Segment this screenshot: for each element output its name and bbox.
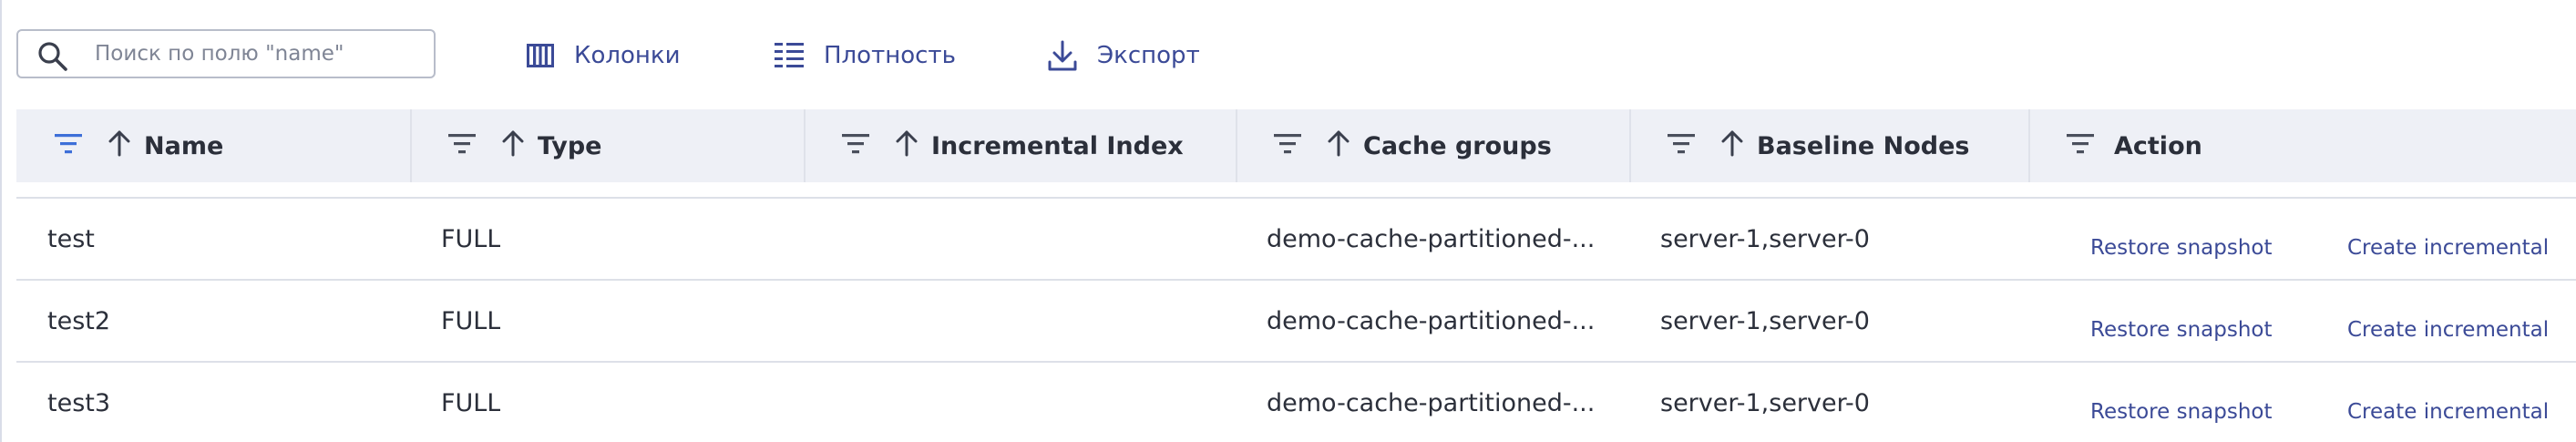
column-separator[interactable] [410,109,412,182]
column-separator[interactable] [2028,109,2030,182]
create-incremental-link[interactable]: Create incremental [2347,208,2549,288]
filter-icon[interactable] [55,132,82,160]
column-header-baseline-nodes[interactable]: Baseline Nodes [1629,109,1969,182]
table-header: Name Type Incremental Index Cache groups Bas… [16,109,2576,182]
arrow-up-icon[interactable] [895,129,919,163]
create-incremental-link[interactable]: Create incremental [2347,290,2549,370]
column-header-incremental-index[interactable]: Incremental Index [804,109,1184,182]
cell-name: test3 [47,388,111,417]
column-separator[interactable] [1629,109,1631,182]
filter-icon[interactable] [1668,132,1695,160]
create-incremental-link[interactable]: Create incremental [2347,372,2549,442]
filter-icon[interactable] [842,132,869,160]
columns-button-label: Колонки [574,42,681,69]
snapshots-table: Name Type Incremental Index Cache groups Bas… [16,109,2576,442]
cell-cache-groups: demo-cache-partitioned-... [1267,306,1596,335]
columns-button[interactable]: Колонки [527,36,681,75]
cell-cache-groups: demo-cache-partitioned-... [1267,388,1596,417]
cell-baseline-nodes: server-1,server-0 [1660,306,1870,335]
cell-baseline-nodes: server-1,server-0 [1660,224,1870,253]
column-separator[interactable] [1236,109,1237,182]
filter-icon[interactable] [2067,132,2094,160]
table-row[interactable]: test FULL demo-cache-partitioned-... server… [16,199,2576,281]
filter-icon[interactable] [448,132,476,160]
density-icon [775,43,804,67]
cell-type: FULL [441,224,501,253]
arrow-up-icon[interactable] [501,129,525,163]
filter-icon[interactable] [1274,132,1301,160]
column-header-type[interactable]: Type [410,109,601,182]
restore-snapshot-link[interactable]: Restore snapshot [2090,290,2273,370]
cell-baseline-nodes: server-1,server-0 [1660,388,1870,417]
export-button[interactable]: Экспорт [1048,36,1200,75]
cell-type: FULL [441,388,501,417]
columns-icon [527,44,554,67]
cell-name: test [47,224,95,253]
cell-type: FULL [441,306,501,335]
column-header-label: Action [2114,131,2202,160]
restore-snapshot-link[interactable]: Restore snapshot [2090,372,2273,442]
column-header-cache-groups[interactable]: Cache groups [1236,109,1552,182]
column-header-name[interactable]: Name [16,109,223,182]
column-header-label: Name [144,131,224,160]
download-icon [1048,40,1077,71]
export-button-label: Экспорт [1097,42,1200,69]
search-icon [38,42,67,71]
table-row[interactable]: test2 FULL demo-cache-partitioned-... serve… [16,281,2576,363]
cell-name: test2 [47,306,111,335]
table-toolbar: Колонки Плотность Экспорт [16,29,2568,80]
table-row[interactable]: test3 FULL demo-cache-partitioned-... serve… [16,363,2576,442]
arrow-up-icon[interactable] [108,129,131,163]
restore-snapshot-link[interactable]: Restore snapshot [2090,208,2273,288]
column-header-action[interactable]: Action [2028,109,2202,182]
search-box[interactable] [16,29,436,78]
column-header-label: Incremental Index [931,131,1184,160]
arrow-up-icon[interactable] [1720,129,1744,163]
arrow-up-icon[interactable] [1327,129,1350,163]
search-input[interactable] [95,38,423,69]
column-separator[interactable] [804,109,806,182]
table-body: test FULL demo-cache-partitioned-... server… [16,197,2576,442]
density-button-label: Плотность [824,42,956,69]
left-edge-rule [0,0,2,442]
column-header-label: Type [538,131,602,160]
column-header-label: Cache groups [1363,131,1552,160]
cell-cache-groups: demo-cache-partitioned-... [1267,224,1596,253]
density-button[interactable]: Плотность [775,36,956,75]
column-header-label: Baseline Nodes [1757,131,1970,160]
